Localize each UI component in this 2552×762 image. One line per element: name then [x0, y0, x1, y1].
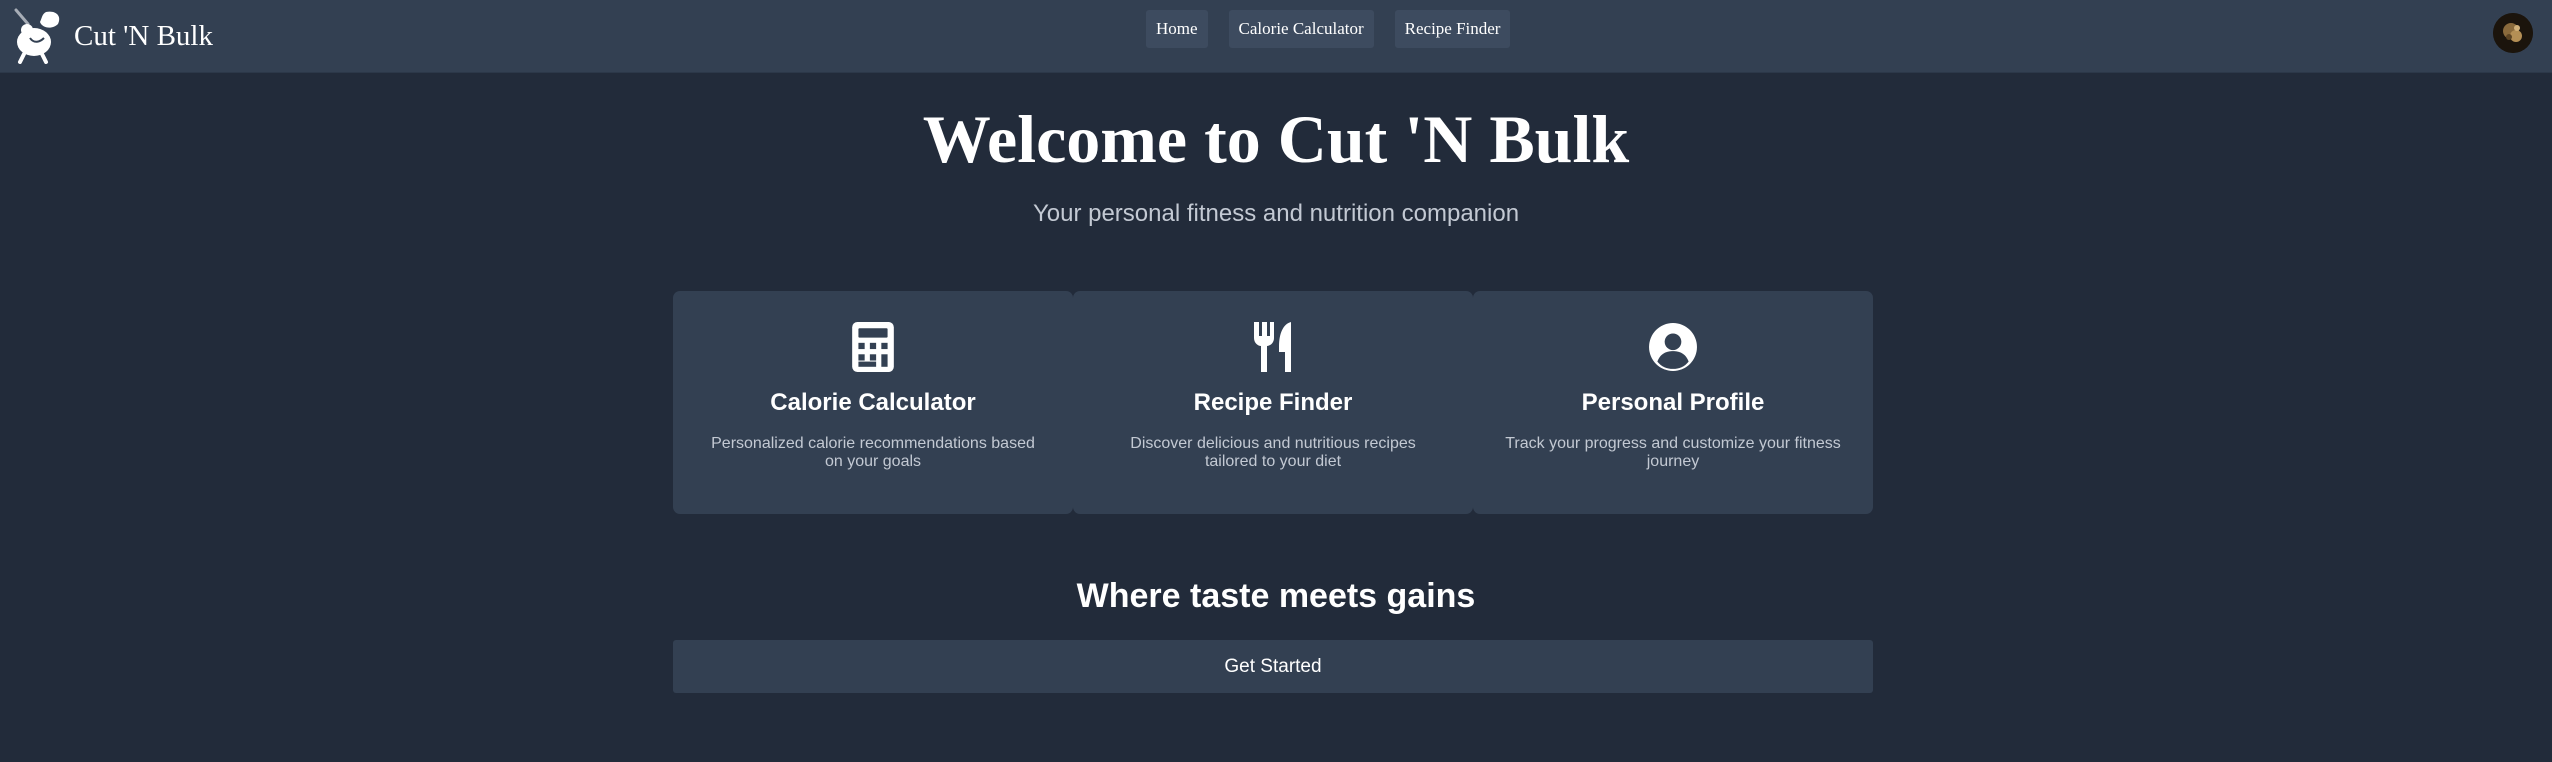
calculator-icon: [852, 322, 894, 372]
card-description: Personalized calorie recommendations bas…: [711, 435, 1035, 470]
nav-links: Home Calorie Calculator Recipe Finder: [1146, 10, 1511, 48]
nav-home-button[interactable]: Home: [1146, 10, 1208, 48]
nav-recipe-finder-button[interactable]: Recipe Finder: [1394, 10, 1511, 48]
top-navbar: Cut 'N Bulk Home Calorie Calculator Reci…: [0, 0, 2552, 73]
user-avatar[interactable]: [2493, 13, 2533, 53]
card-description: Discover delicious and nutritious recipe…: [1130, 435, 1416, 470]
hero-subtitle: Your personal fitness and nutrition comp…: [1032, 200, 1520, 227]
get-started-button[interactable]: Get Started: [673, 640, 1873, 693]
personal-profile-card[interactable]: Personal Profile Track your progress and…: [1473, 291, 1873, 514]
recipe-finder-card[interactable]: Recipe Finder Discover delicious and nut…: [1073, 291, 1473, 514]
card-title: Recipe Finder: [1193, 389, 1353, 416]
utensils-icon: [1254, 322, 1291, 372]
feature-cards: Calorie Calculator Personalized calorie …: [673, 291, 1873, 514]
hero-title: Welcome to Cut 'N Bulk: [922, 101, 1630, 177]
nav-calorie-calculator-button[interactable]: Calorie Calculator: [1228, 10, 1374, 48]
card-title: Personal Profile: [1581, 389, 1765, 416]
brand-logo-icon: [14, 8, 60, 64]
card-title: Calorie Calculator: [770, 389, 976, 416]
user-circle-icon: [1649, 323, 1697, 371]
brand-name: Cut 'N Bulk: [74, 19, 213, 52]
avatar-image-icon: [2493, 13, 2533, 53]
tagline: Where taste meets gains: [1076, 577, 1476, 615]
calorie-calculator-card[interactable]: Calorie Calculator Personalized calorie …: [673, 291, 1073, 514]
brand[interactable]: Cut 'N Bulk: [12, 6, 213, 66]
card-description: Track your progress and customize your f…: [1505, 435, 1841, 470]
